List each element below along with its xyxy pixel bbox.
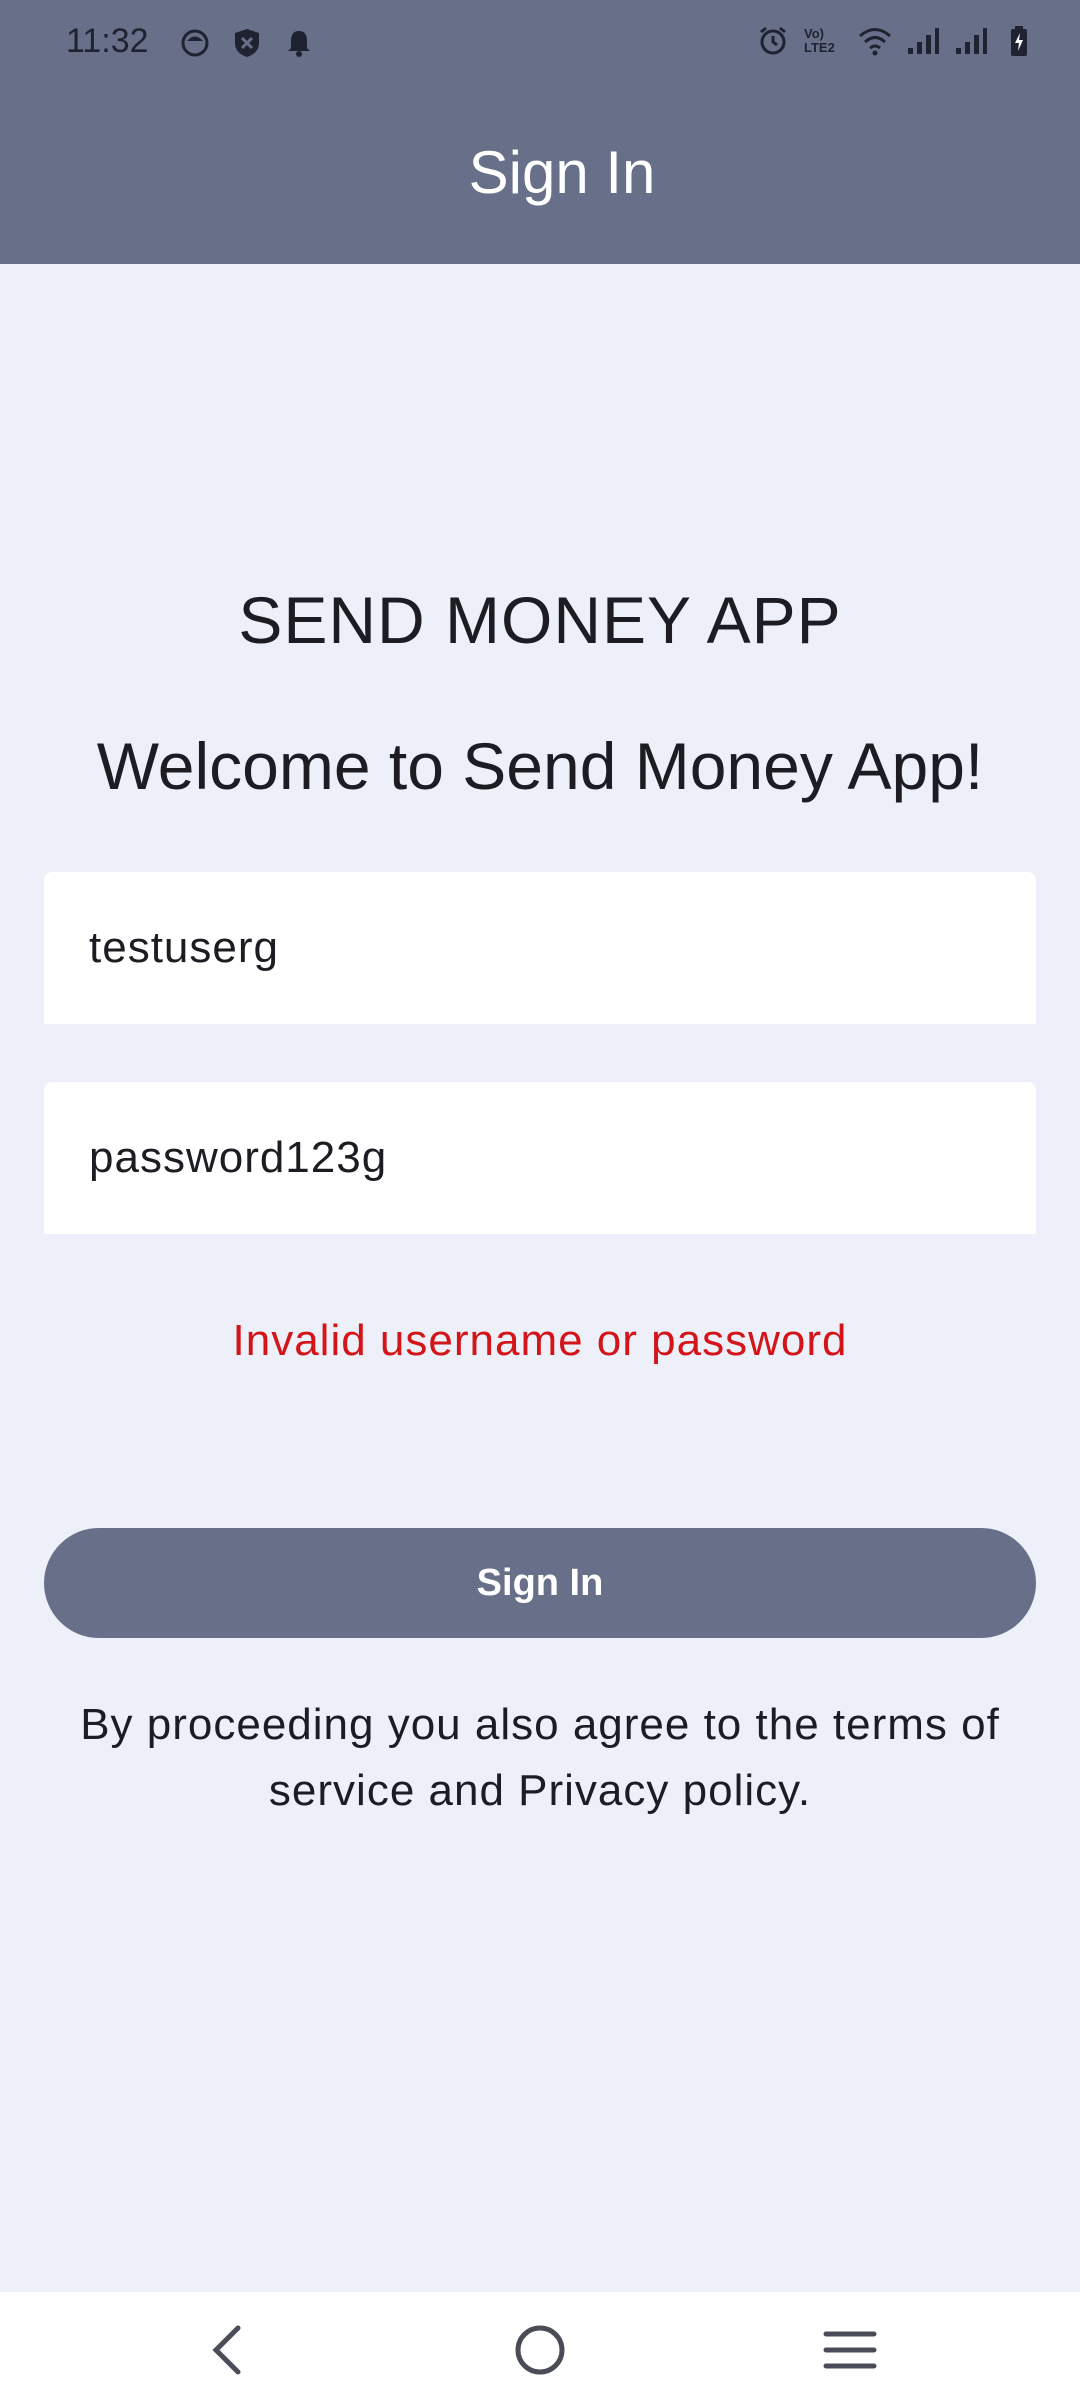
face-icon: [178, 26, 212, 60]
navigation-bar: [0, 2292, 1080, 2408]
battery-charging-icon: [1002, 24, 1036, 58]
alarm-icon: [756, 24, 790, 58]
app-bar-title: Sign In: [468, 139, 656, 206]
sign-in-button[interactable]: Sign In: [44, 1528, 1036, 1638]
password-input[interactable]: [44, 1082, 1036, 1234]
username-input[interactable]: [44, 872, 1036, 1024]
bell-icon: [282, 26, 316, 60]
terms-text: By proceeding you also agree to the term…: [80, 1700, 1000, 1815]
back-icon[interactable]: [188, 2310, 268, 2390]
status-left-icons: [178, 26, 316, 60]
shield-x-icon: [230, 26, 264, 60]
status-right-icons: Vo) LTE2: [756, 24, 1036, 58]
status-bar: 11:32 Vo) LTE2: [0, 0, 1080, 88]
home-icon[interactable]: [500, 2310, 580, 2390]
signal-icon: [906, 24, 940, 58]
top-app-bar: 11:32 Vo) LTE2 Sign In: [0, 0, 1080, 264]
menu-icon[interactable]: [810, 2310, 890, 2390]
error-message: Invalid username or password: [232, 1316, 848, 1365]
status-time: 11:32: [66, 22, 149, 60]
welcome-heading: Welcome to Send Money App!: [96, 729, 984, 803]
app-name-heading: SEND MONEY APP: [238, 583, 842, 657]
volte-icon: Vo) LTE2: [804, 26, 835, 55]
wifi-icon: [858, 24, 892, 58]
signal-icon: [954, 24, 988, 58]
